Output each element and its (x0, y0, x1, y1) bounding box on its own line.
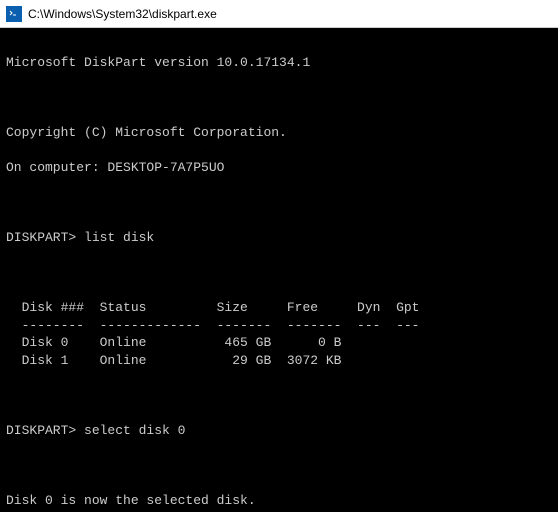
command-list-disk: list disk (84, 229, 154, 247)
response-select-disk: Disk 0 is now the selected disk. (6, 492, 552, 510)
blank (6, 457, 552, 475)
prompt-line-2: DISKPART> select disk 0 (6, 422, 552, 440)
blank (6, 387, 552, 405)
disk-table: Disk ### Status Size Free Dyn Gpt ------… (6, 299, 552, 369)
blank (6, 194, 552, 212)
prompt: DISKPART> (6, 229, 76, 247)
copyright-line: Copyright (C) Microsoft Corporation. (6, 124, 552, 142)
prompt-line-1: DISKPART> list disk (6, 229, 552, 247)
command-select-disk: select disk 0 (84, 422, 185, 440)
version-line: Microsoft DiskPart version 10.0.17134.1 (6, 54, 552, 72)
prompt: DISKPART> (6, 422, 76, 440)
title-bar[interactable]: C:\Windows\System32\diskpart.exe (0, 0, 558, 28)
computer-line: On computer: DESKTOP-7A7P5UO (6, 159, 552, 177)
console-icon (6, 6, 22, 22)
window-title: C:\Windows\System32\diskpart.exe (28, 7, 217, 21)
blank (6, 264, 552, 282)
blank (6, 89, 552, 107)
console-output[interactable]: Microsoft DiskPart version 10.0.17134.1 … (0, 28, 558, 512)
